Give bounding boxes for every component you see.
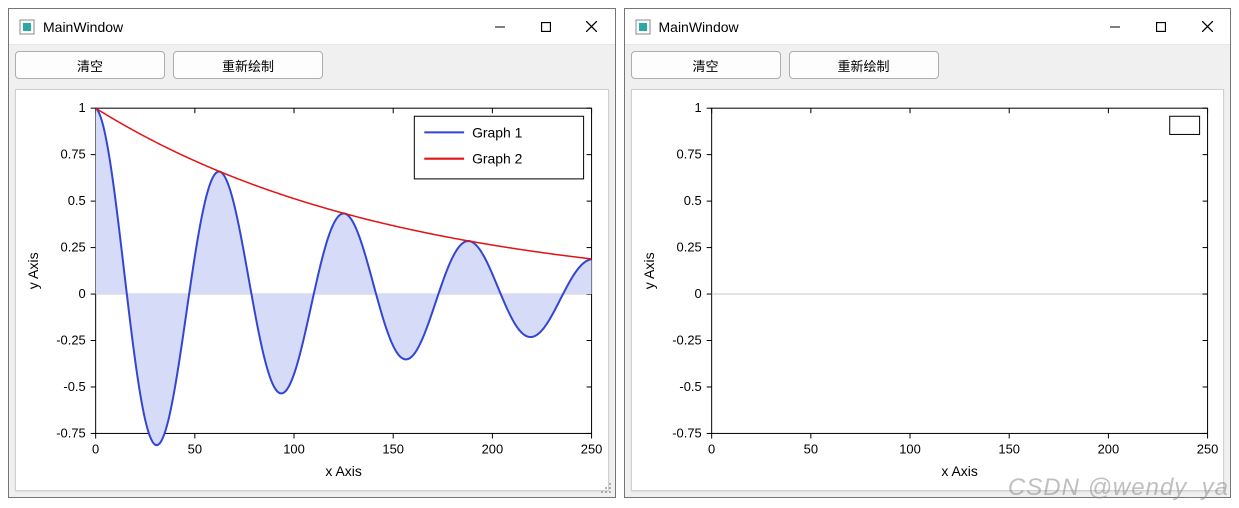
svg-text:50: 50 (188, 442, 202, 457)
svg-text:250: 250 (1196, 442, 1218, 457)
window-left: MainWindow 清空 重新绘制 0 50 100 150 200 250 -0.75 -… (8, 8, 616, 498)
minimize-button[interactable] (477, 9, 523, 45)
svg-text:0: 0 (694, 286, 701, 301)
svg-text:0.5: 0.5 (683, 193, 701, 208)
svg-text:200: 200 (1097, 442, 1119, 457)
plot-panel-right[interactable]: 0 50 100 150 200 250 -0.75 -0.5 -0.25 0 0.25 0.5 0.7… (631, 89, 1225, 491)
clear-button-label: 清空 (77, 56, 103, 75)
svg-text:0.25: 0.25 (676, 240, 701, 255)
svg-text:0: 0 (708, 442, 715, 457)
resize-grip-icon[interactable] (599, 481, 613, 495)
svg-text:Graph 1: Graph 1 (472, 124, 523, 140)
svg-text:100: 100 (283, 442, 305, 457)
svg-text:-0.5: -0.5 (63, 379, 85, 394)
svg-text:0.5: 0.5 (68, 193, 86, 208)
toolbar: 清空 重新绘制 (9, 45, 615, 85)
svg-text:50: 50 (803, 442, 817, 457)
window-title: MainWindow (659, 19, 739, 35)
redraw-button[interactable]: 重新绘制 (789, 51, 939, 79)
plot-svg: 0 50 100 150 200 250 -0.75 -0.5 -0.25 0 0.25 0.5 0.7… (632, 90, 1224, 490)
titlebar: MainWindow (9, 9, 615, 45)
clear-button[interactable]: 清空 (631, 51, 781, 79)
svg-text:x Axis: x Axis (941, 463, 977, 479)
plot-panel-left[interactable]: 0 50 100 150 200 250 -0.75 -0.5 -0.25 0 0.25 0.5 0.7… (15, 89, 609, 491)
svg-text:150: 150 (382, 442, 404, 457)
close-button[interactable] (569, 9, 615, 45)
svg-text:-0.25: -0.25 (56, 332, 85, 347)
svg-text:-0.75: -0.75 (56, 425, 85, 440)
svg-text:1: 1 (694, 100, 701, 115)
maximize-button[interactable] (1138, 9, 1184, 45)
clear-button-label: 清空 (692, 56, 718, 75)
redraw-button-label: 重新绘制 (837, 56, 889, 75)
app-icon (19, 19, 35, 35)
svg-text:0: 0 (92, 442, 99, 457)
minimize-button[interactable] (1092, 9, 1138, 45)
svg-text:200: 200 (482, 442, 504, 457)
redraw-button-label: 重新绘制 (222, 56, 274, 75)
clear-button[interactable]: 清空 (15, 51, 165, 79)
window-title: MainWindow (43, 19, 123, 35)
toolbar: 清空 重新绘制 (625, 45, 1231, 85)
svg-text:Graph 2: Graph 2 (472, 151, 523, 167)
titlebar: MainWindow (625, 9, 1231, 45)
svg-text:y Axis: y Axis (641, 252, 657, 289)
svg-text:1: 1 (79, 100, 86, 115)
svg-text:y Axis: y Axis (25, 252, 41, 289)
svg-text:-0.75: -0.75 (672, 425, 701, 440)
window-right: MainWindow 清空 重新绘制 0 50 100 150 200 250 -0.75 -… (624, 8, 1232, 498)
svg-text:100: 100 (899, 442, 921, 457)
svg-text:250: 250 (581, 442, 603, 457)
plot-svg: 0 50 100 150 200 250 -0.75 -0.5 -0.25 0 0.25 0.5 0.7… (16, 90, 608, 490)
svg-text:0.25: 0.25 (61, 240, 86, 255)
svg-text:0: 0 (79, 286, 86, 301)
svg-text:-0.25: -0.25 (672, 332, 701, 347)
redraw-button[interactable]: 重新绘制 (173, 51, 323, 79)
app-icon (635, 19, 651, 35)
close-button[interactable] (1184, 9, 1230, 45)
maximize-button[interactable] (523, 9, 569, 45)
svg-text:150: 150 (998, 442, 1020, 457)
svg-text:0.75: 0.75 (676, 147, 701, 162)
svg-text:x Axis: x Axis (325, 463, 361, 479)
svg-text:-0.5: -0.5 (679, 379, 701, 394)
svg-text:0.75: 0.75 (61, 147, 86, 162)
